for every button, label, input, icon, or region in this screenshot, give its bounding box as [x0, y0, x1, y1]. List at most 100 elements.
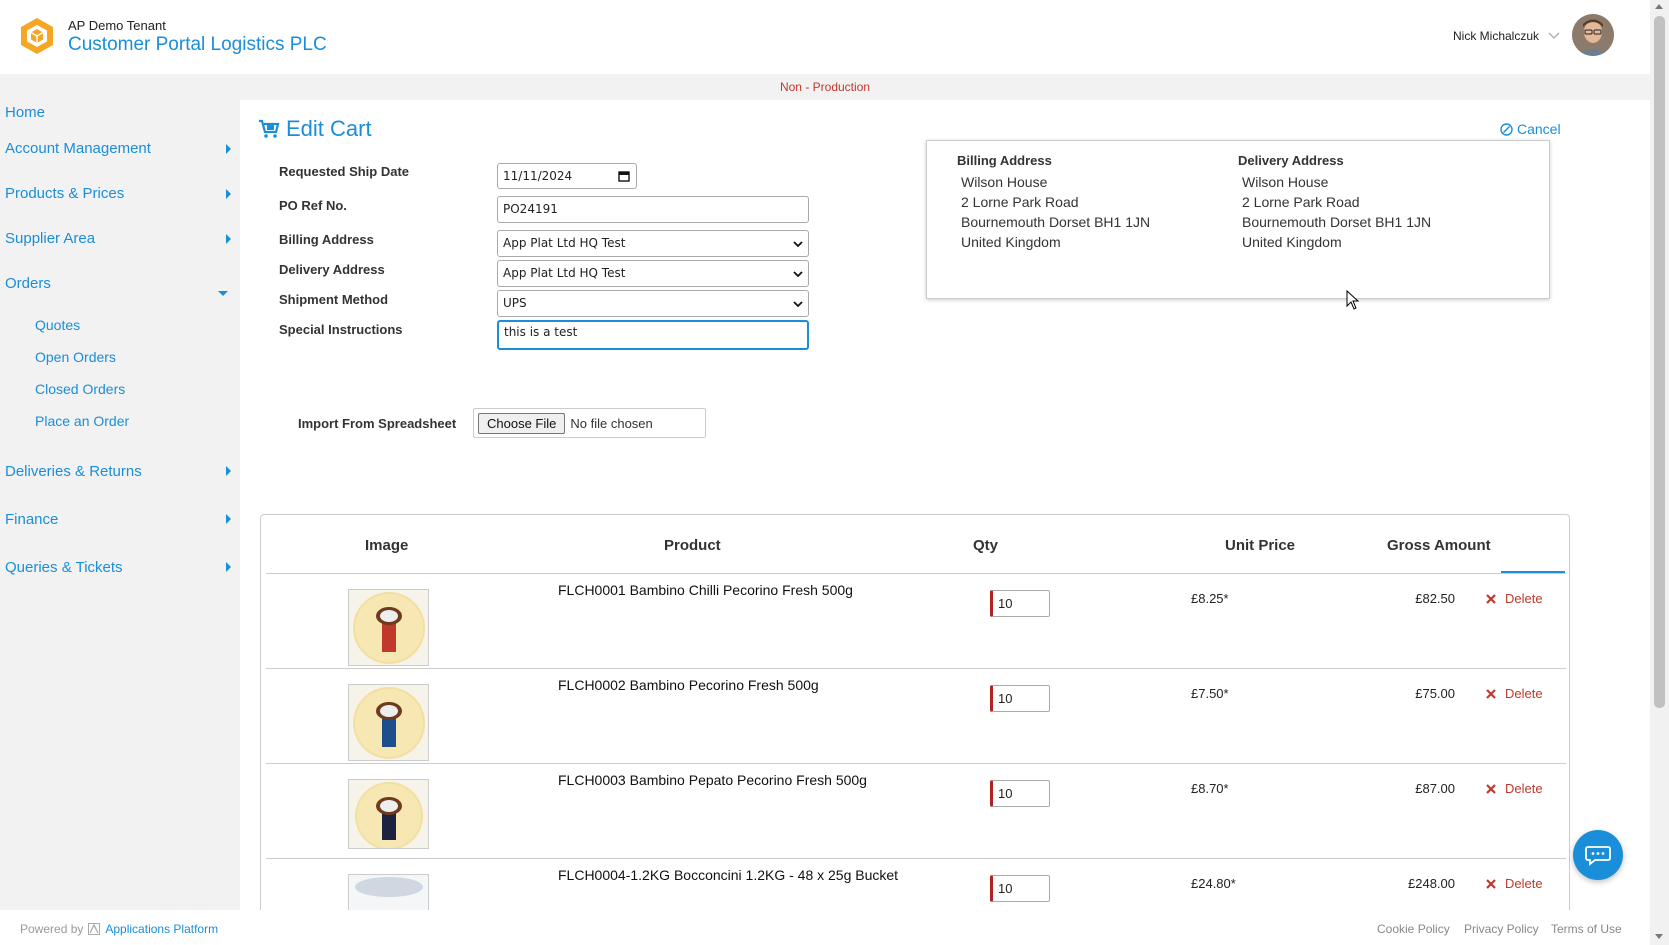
delete-label: Delete: [1505, 686, 1543, 701]
billing-address-heading: Billing Address: [957, 153, 1052, 168]
import-spreadsheet-label: Import From Spreadsheet: [298, 416, 457, 431]
qty-input[interactable]: 10: [990, 590, 1050, 617]
requested-ship-date-input[interactable]: 11/11/2024: [497, 163, 637, 189]
delete-label: Delete: [1505, 781, 1543, 796]
sidebar-item-orders[interactable]: Orders: [5, 275, 51, 292]
chevron-right-icon[interactable]: [226, 189, 231, 199]
chevron-down-icon[interactable]: [1547, 28, 1561, 42]
sidebar: Home Account Management Products & Price…: [0, 100, 240, 910]
scrollbar-thumb[interactable]: [1654, 16, 1665, 708]
delivery-address-label: Delivery Address: [279, 262, 385, 277]
chevron-down-icon: [793, 241, 803, 248]
billing-address-select[interactable]: App Plat Ltd HQ Test: [497, 230, 809, 257]
cart-table: Image Product Qty Unit Price Gross Amoun…: [260, 514, 1570, 934]
qty-input[interactable]: 10: [990, 780, 1050, 807]
delete-button[interactable]: Delete: [1486, 781, 1543, 796]
table-row: FLCH0001 Bambino Chilli Pecorino Fresh 5…: [266, 573, 1566, 674]
platform-logo-icon: [88, 923, 101, 935]
delete-label: Delete: [1505, 876, 1543, 891]
column-header-unit-price: Unit Price: [1225, 537, 1296, 554]
shipment-method-select[interactable]: UPS: [497, 290, 809, 317]
scroll-down-icon[interactable]: [1655, 934, 1663, 939]
chevron-right-icon[interactable]: [226, 144, 231, 154]
platform-brand-link[interactable]: Applications Platform: [105, 922, 218, 936]
page-scrollbar[interactable]: [1650, 0, 1669, 945]
delete-button[interactable]: Delete: [1486, 591, 1543, 606]
product-label-band: [355, 877, 423, 897]
user-name[interactable]: Nick Michalczuk: [1453, 29, 1539, 43]
unit-price: £8.25*: [1191, 591, 1229, 606]
sidebar-item-closed-orders[interactable]: Closed Orders: [35, 381, 125, 397]
table-row: FLCH0002 Bambino Pecorino Fresh 500g 10 …: [266, 668, 1566, 769]
sidebar-item-queries-tickets[interactable]: Queries & Tickets: [5, 559, 123, 576]
tenant-name: AP Demo Tenant: [68, 18, 166, 33]
import-file-input[interactable]: Choose File No file chosen: [473, 408, 706, 438]
sidebar-item-open-orders[interactable]: Open Orders: [35, 349, 116, 365]
po-ref-label: PO Ref No.: [279, 198, 347, 213]
product-name[interactable]: FLCH0001 Bambino Chilli Pecorino Fresh 5…: [558, 582, 853, 598]
product-image[interactable]: [348, 779, 429, 849]
billing-address-line: 2 Lorne Park Road: [961, 194, 1079, 210]
scroll-up-icon[interactable]: [1655, 4, 1663, 9]
page-title-text: Edit Cart: [286, 116, 372, 141]
shipment-method-value: UPS: [503, 296, 527, 310]
avatar[interactable]: [1572, 14, 1614, 56]
delivery-address-block: Delivery Address Wilson House 2 Lorne Pa…: [1238, 153, 1431, 252]
choose-file-button[interactable]: Choose File: [478, 412, 566, 434]
column-header-image: Image: [365, 537, 409, 554]
product-image[interactable]: [348, 589, 429, 666]
delivery-address-line: United Kingdom: [1242, 234, 1342, 250]
qty-input[interactable]: 10: [990, 875, 1050, 902]
product-name[interactable]: FLCH0004-1.2KG Bocconcini 1.2KG - 48 x 2…: [558, 867, 898, 883]
shipment-method-label: Shipment Method: [279, 292, 389, 307]
chevron-right-icon[interactable]: [226, 562, 231, 572]
requested-ship-date-value: 11/11/2024: [503, 169, 573, 183]
billing-address-block: Billing Address Wilson House 2 Lorne Par…: [957, 153, 1150, 252]
chevron-right-icon[interactable]: [226, 514, 231, 524]
terms-of-use-link[interactable]: Terms of Use: [1551, 922, 1622, 936]
po-ref-input[interactable]: PO24191: [497, 196, 809, 223]
product-name[interactable]: FLCH0002 Bambino Pecorino Fresh 500g: [558, 677, 819, 693]
calendar-icon[interactable]: [618, 170, 630, 182]
sidebar-item-finance[interactable]: Finance: [5, 511, 58, 528]
sidebar-item-home[interactable]: Home: [5, 104, 45, 121]
chevron-down-icon: [793, 301, 803, 308]
delivery-address-select[interactable]: App Plat Ltd HQ Test: [497, 260, 809, 287]
product-image[interactable]: [348, 684, 429, 761]
billing-address-value: App Plat Ltd HQ Test: [503, 236, 626, 250]
file-status: No file chosen: [570, 415, 653, 431]
delete-button[interactable]: Delete: [1486, 686, 1543, 701]
address-summary-panel: Billing Address Wilson House 2 Lorne Par…: [926, 140, 1550, 299]
chevron-right-icon[interactable]: [226, 234, 231, 244]
cookie-policy-link[interactable]: Cookie Policy: [1377, 922, 1450, 936]
gross-amount: £75.00: [1415, 686, 1455, 701]
sidebar-item-place-an-order[interactable]: Place an Order: [35, 413, 129, 429]
sidebar-item-quotes[interactable]: Quotes: [35, 317, 80, 333]
special-instructions-textarea[interactable]: this is a test: [497, 320, 809, 350]
delete-button[interactable]: Delete: [1486, 876, 1543, 891]
sidebar-item-products-prices[interactable]: Products & Prices: [5, 185, 124, 202]
unit-price: £24.80*: [1191, 876, 1236, 891]
sidebar-item-supplier-area[interactable]: Supplier Area: [5, 230, 95, 247]
cancel-button[interactable]: Cancel: [1500, 121, 1561, 137]
delete-label: Delete: [1505, 591, 1543, 606]
caret-down-icon[interactable]: [218, 291, 228, 296]
sidebar-item-deliveries-returns[interactable]: Deliveries & Returns: [5, 463, 142, 480]
sidebar-item-account-management[interactable]: Account Management: [5, 140, 151, 157]
privacy-policy-link[interactable]: Privacy Policy: [1464, 922, 1539, 936]
delivery-address-line: 2 Lorne Park Road: [1242, 194, 1360, 210]
product-name[interactable]: FLCH0003 Bambino Pepato Pecorino Fresh 5…: [558, 772, 867, 788]
cancel-label: Cancel: [1517, 121, 1561, 137]
unit-price: £8.70*: [1191, 781, 1229, 796]
portal-title[interactable]: Customer Portal Logistics PLC: [68, 34, 327, 56]
chevron-right-icon[interactable]: [226, 466, 231, 476]
close-icon: [1486, 783, 1496, 794]
page: AP Demo Tenant Customer Portal Logistics…: [0, 0, 1669, 945]
chat-button[interactable]: [1573, 830, 1623, 880]
avatar-image: [1572, 14, 1614, 56]
table-row: FLCH0003 Bambino Pepato Pecorino Fresh 5…: [266, 763, 1566, 864]
logo-icon[interactable]: [18, 16, 56, 56]
close-icon: [1486, 688, 1496, 699]
gross-amount: £82.50: [1415, 591, 1455, 606]
qty-input[interactable]: 10: [990, 685, 1050, 712]
